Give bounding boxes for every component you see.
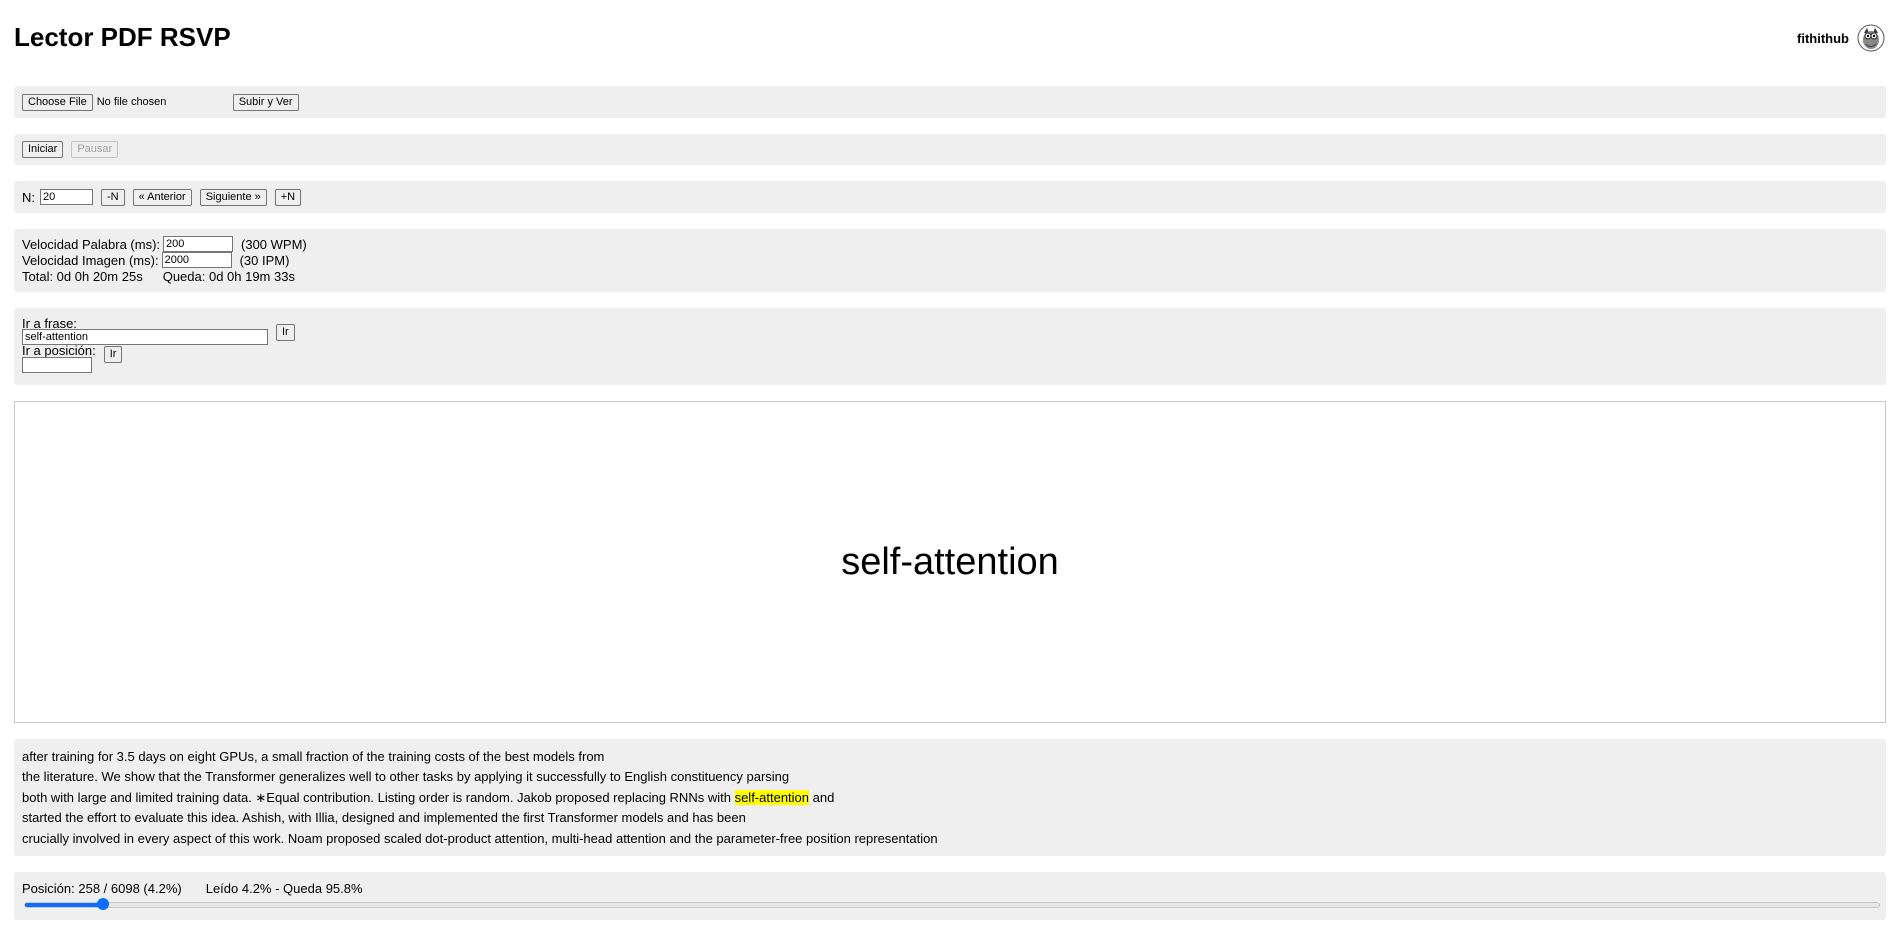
- n-label: N:: [22, 189, 35, 205]
- context-line: the literature. We show that the Transfo…: [22, 769, 790, 785]
- pause-button[interactable]: Pausar: [71, 141, 119, 158]
- image-speed-label: Velocidad Imagen (ms):: [22, 252, 159, 268]
- position-status: Posición: 258 / 6098 (4.2%): [22, 880, 182, 896]
- word-rate: (300 WPM): [241, 236, 307, 252]
- context-line: crucially involved in every aspect of th…: [22, 830, 938, 846]
- context-line: started the effort to evaluate this idea…: [22, 810, 746, 826]
- context-text: both with large and limited training dat…: [22, 789, 731, 805]
- slider-thumb[interactable]: [96, 898, 109, 910]
- total-time: Total: 0d 0h 20m 25s: [22, 268, 143, 284]
- current-word: self-attention: [841, 540, 1059, 583]
- position-input[interactable]: [22, 356, 92, 373]
- next-button[interactable]: Siguiente »: [199, 188, 267, 206]
- read-status: Leído 4.2% - Queda 95.8%: [205, 880, 363, 896]
- owl-avatar-icon[interactable]: [1857, 24, 1885, 52]
- user-menu[interactable]: fithithub: [1797, 24, 1885, 52]
- choose-file-button[interactable]: Choose File: [22, 93, 93, 111]
- word-speed-input[interactable]: [163, 236, 234, 252]
- previous-button[interactable]: « Anterior: [132, 188, 192, 206]
- rsvp-display: self-attention: [14, 401, 1886, 723]
- go-position-button[interactable]: Ir: [103, 346, 123, 363]
- highlighted-word: self-attention: [734, 789, 810, 805]
- page-title: Lector PDF RSVP: [14, 22, 231, 52]
- n-input[interactable]: [40, 189, 93, 205]
- go-phrase-button[interactable]: Ir: [276, 324, 295, 341]
- word-speed-label: Velocidad Palabra (ms):: [22, 236, 161, 252]
- navigation-panel: N: -N « Anterior Siguiente » +N: [14, 181, 1886, 213]
- context-text: and: [812, 789, 835, 805]
- upload-view-button[interactable]: Subir y Ver: [232, 93, 299, 111]
- context-panel: after training for 3.5 days on eight GPU…: [14, 739, 1886, 856]
- minus-n-button[interactable]: -N: [101, 188, 125, 206]
- context-line: after training for 3.5 days on eight GPU…: [22, 749, 605, 764]
- progress-panel: Posición: 258 / 6098 (4.2%) Leído 4.2% -…: [14, 872, 1886, 920]
- username[interactable]: fithithub: [1797, 31, 1849, 46]
- playback-panel: Iniciar Pausar: [14, 134, 1886, 165]
- file-status: No file chosen: [96, 96, 167, 108]
- progress-slider[interactable]: [24, 898, 1880, 910]
- goto-panel: Ir a frase: Ir Ir a posición: Ir: [14, 308, 1886, 385]
- image-speed-input[interactable]: [161, 252, 232, 268]
- upload-panel: Choose File No file chosen Subir y Ver: [14, 86, 1886, 118]
- progress-fill: [25, 903, 103, 907]
- start-button[interactable]: Iniciar: [22, 141, 64, 158]
- image-rate: (30 IPM): [239, 252, 290, 268]
- rsvp-reader-page: Lector PDF RSVP fithithub Choose File No…: [0, 0, 1899, 936]
- remaining-time: Queda: 0d 0h 19m 33s: [162, 268, 295, 284]
- plus-n-button[interactable]: +N: [274, 188, 302, 206]
- context-line: both with large and limited training dat…: [22, 788, 1878, 808]
- speed-panel: Velocidad Palabra (ms): (300 WPM) Veloci…: [14, 229, 1886, 292]
